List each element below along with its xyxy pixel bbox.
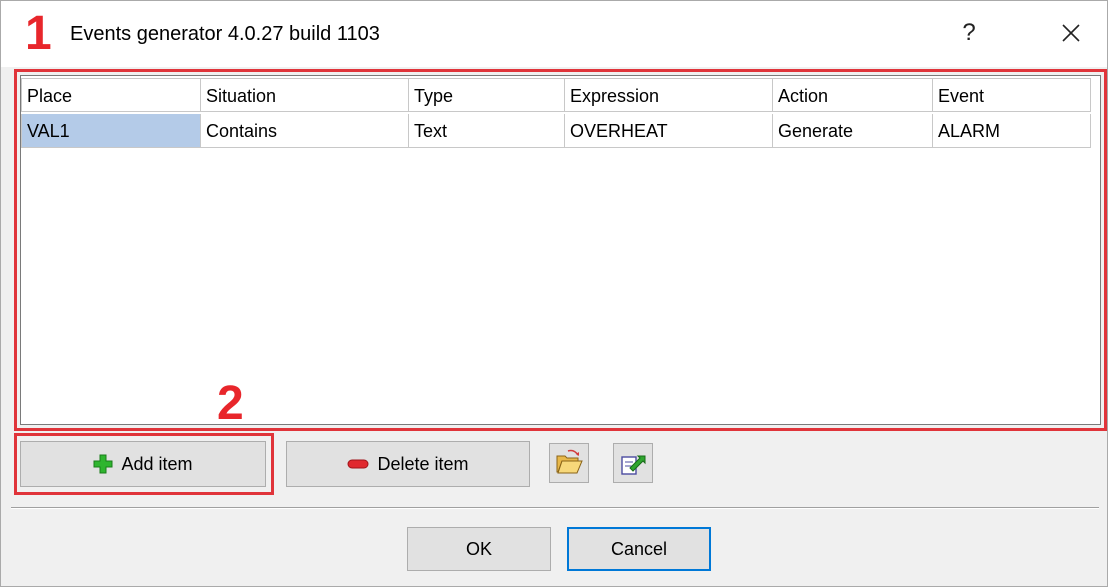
- callout-number-2: 2: [217, 377, 244, 430]
- column-header-situation[interactable]: Situation: [201, 78, 409, 112]
- column-header-event[interactable]: Event: [933, 78, 1091, 112]
- title-bar: 1 Events generator 4.0.27 build 1103 ?: [1, 1, 1107, 67]
- ok-button[interactable]: OK: [407, 527, 551, 571]
- events-generator-dialog: 1 Events generator 4.0.27 build 1103 ? P…: [0, 0, 1108, 587]
- cancel-button[interactable]: Cancel: [567, 527, 711, 571]
- cell-expression[interactable]: OVERHEAT: [565, 114, 773, 148]
- column-header-place[interactable]: Place: [21, 78, 201, 112]
- grid-header-row: Place Situation Type Expression Action E…: [21, 78, 1096, 112]
- close-button[interactable]: [1049, 13, 1093, 53]
- callout-number-1: 1: [25, 7, 52, 60]
- minus-icon: [347, 459, 369, 469]
- ok-label: OK: [465, 538, 492, 559]
- help-button[interactable]: ?: [947, 13, 991, 53]
- delete-item-label: Delete item: [377, 453, 469, 474]
- events-grid[interactable]: Place Situation Type Expression Action E…: [20, 75, 1101, 425]
- cell-type[interactable]: Text: [409, 114, 565, 148]
- column-header-type[interactable]: Type: [409, 78, 565, 112]
- window-title: Events generator 4.0.27 build 1103: [70, 23, 380, 45]
- open-file-button[interactable]: [549, 443, 589, 483]
- footer-separator: [11, 507, 1099, 509]
- column-header-action[interactable]: Action: [773, 78, 933, 112]
- export-file-button[interactable]: [613, 443, 653, 483]
- cell-situation[interactable]: Contains: [201, 114, 409, 148]
- column-header-expression[interactable]: Expression: [565, 78, 773, 112]
- close-icon: [1062, 24, 1080, 42]
- folder-open-icon: [556, 449, 583, 474]
- cancel-label: Cancel: [610, 538, 668, 559]
- add-item-label: Add item: [121, 453, 193, 474]
- add-item-button[interactable]: Add item: [20, 441, 266, 487]
- cell-place[interactable]: VAL1: [21, 114, 201, 148]
- cell-action[interactable]: Generate: [773, 114, 933, 148]
- export-icon: [621, 455, 646, 475]
- cell-event[interactable]: ALARM: [933, 114, 1091, 148]
- delete-item-button[interactable]: Delete item: [286, 441, 530, 487]
- help-icon: ?: [962, 19, 976, 46]
- plus-icon: [93, 454, 113, 474]
- table-row[interactable]: VAL1 Contains Text OVERHEAT Generate ALA…: [21, 114, 1096, 148]
